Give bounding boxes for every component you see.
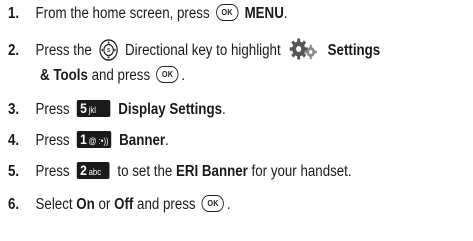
step-text: Select xyxy=(35,196,73,213)
keypad-5-icon: 5 jkl xyxy=(76,100,111,118)
key-letters: abc xyxy=(88,167,102,178)
ok-key-icon: OK xyxy=(201,195,225,213)
key-letters: jkl xyxy=(88,105,96,116)
step-text: Press xyxy=(35,163,70,180)
step-4: 4. Press 1 @ :•)) Banner. xyxy=(8,131,404,150)
step-text: and press xyxy=(91,67,151,84)
step-number: 3. xyxy=(8,101,20,118)
step-text: or xyxy=(98,196,111,213)
step-punct: . xyxy=(283,5,288,22)
banner-label: Banner xyxy=(119,132,166,149)
step-text: for your handset. xyxy=(251,163,352,180)
step-number: 6. xyxy=(8,196,20,213)
tools-label: & Tools xyxy=(40,67,88,84)
key-digit: 1 xyxy=(80,131,87,148)
step-text: Directional key to highlight xyxy=(125,42,281,60)
svg-text:S: S xyxy=(107,48,111,54)
ok-key-icon: OK xyxy=(215,4,239,22)
settings-tools-gear-icon xyxy=(289,38,318,60)
step-text: Press xyxy=(35,101,70,118)
step-6: 6. Select On or Off and press OK. xyxy=(8,195,404,214)
step-text: From the home screen, press xyxy=(35,5,210,22)
step-number: 5. xyxy=(8,163,20,180)
step-punct: . xyxy=(181,67,186,84)
keypad-2-icon: 2 abc xyxy=(76,162,110,180)
step-text: Press xyxy=(35,132,70,149)
key-digit: 5 xyxy=(80,100,87,117)
off-label: Off xyxy=(114,196,134,213)
step-number: 4. xyxy=(8,132,20,149)
step-text: Press the xyxy=(35,42,92,60)
settings-label: Settings xyxy=(327,42,381,60)
step-number: 1. xyxy=(8,5,20,22)
display-settings-label: Display Settings xyxy=(118,101,223,118)
key-digit: 2 xyxy=(80,162,87,179)
step-text: and press xyxy=(137,196,196,213)
step-text: to set the xyxy=(117,163,173,180)
step-5: 5. Press 2 abc to set the ERI Banner for y… xyxy=(8,162,404,181)
eri-banner-label: ERI Banner xyxy=(175,163,248,180)
step-1: 1. From the home screen, press OK MENU. xyxy=(8,4,404,23)
on-label: On xyxy=(76,196,95,213)
instruction-steps: 1. From the home screen, press OK MENU. 2… xyxy=(0,0,473,241)
step-2: 2. Press the S Directional key to highlig… xyxy=(8,38,404,63)
step-punct: . xyxy=(222,101,226,118)
step-2-continued: & Tools and press OK. xyxy=(40,66,185,85)
ok-key-icon: OK xyxy=(156,66,179,84)
step-punct: . xyxy=(165,132,169,149)
keypad-1-icon: 1 @ :•)) xyxy=(76,131,112,149)
key-letters: @ :•)) xyxy=(88,136,109,147)
directional-key-icon: S xyxy=(99,39,118,61)
step-punct: . xyxy=(226,196,231,213)
step-3: 3. Press 5 jkl Display Settings. xyxy=(8,100,404,119)
menu-label: MENU xyxy=(244,5,284,22)
step-number: 2. xyxy=(8,42,20,60)
